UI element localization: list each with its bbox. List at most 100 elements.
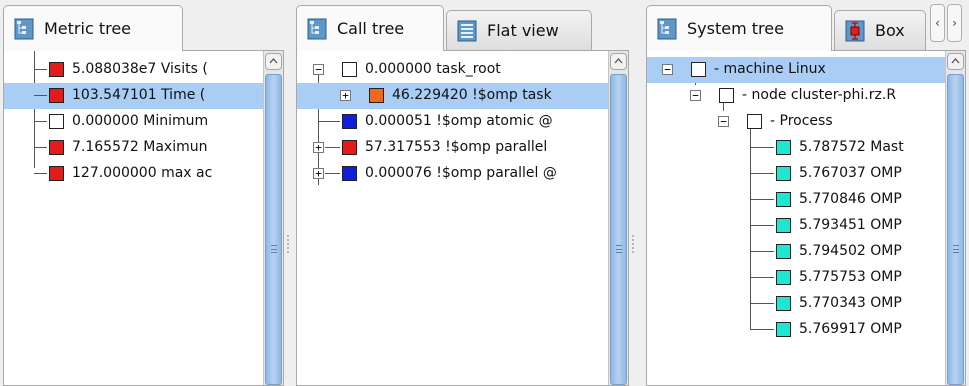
color-swatch: [342, 114, 357, 129]
tree-row-label: 0.000051 !$omp atomic @: [365, 113, 553, 129]
system-tab-bar: System tree Box ‹ ›: [646, 0, 966, 51]
tree-row[interactable]: 5.769917 OMP: [647, 317, 945, 343]
color-swatch: [49, 140, 64, 155]
color-swatch: [776, 166, 791, 181]
color-swatch: [342, 140, 357, 155]
tree-row-label: 5.088038e7 Visits (: [72, 61, 208, 77]
tree-row-label: 0.000000 task_root: [365, 61, 501, 77]
tab-system-tree[interactable]: System tree: [646, 5, 832, 51]
tree-row[interactable]: − - node cluster-phi.rz.R: [647, 83, 945, 109]
tab-box-plot[interactable]: Box: [834, 10, 926, 50]
collapse-toggle[interactable]: −: [313, 64, 324, 75]
color-swatch: [342, 62, 357, 77]
tab-metric-tree[interactable]: Metric tree: [3, 5, 183, 51]
tree-row-label: - Process: [770, 113, 833, 129]
tree-icon: [307, 18, 327, 40]
tree-row-selected[interactable]: 103.547101 Time (: [4, 83, 263, 109]
metric-tree-view[interactable]: 5.088038e7 Visits ( 103.547101 Time ( 0.…: [3, 50, 284, 386]
tree-row[interactable]: 5.775753 OMP: [647, 265, 945, 291]
tree-row-label: 5.770846 OMP: [799, 191, 902, 207]
tree-row-label: - node cluster-phi.rz.R: [742, 87, 897, 103]
tab-label: Flat view: [487, 21, 559, 40]
metric-pane: Metric tree 5.088038e7 Visits ( 103.5471…: [3, 0, 284, 386]
tree-row[interactable]: − - Process: [647, 109, 945, 135]
tree-row[interactable]: 5.767037 OMP: [647, 161, 945, 187]
tree-row[interactable]: 5.770846 OMP: [647, 187, 945, 213]
tree-row-label: - machine Linux: [714, 61, 826, 77]
color-swatch: [49, 166, 64, 181]
metric-tab-bar: Metric tree: [3, 0, 284, 51]
color-swatch: [776, 218, 791, 233]
scrollbar-thumb[interactable]: [265, 74, 282, 385]
tree-row[interactable]: + 57.317553 !$omp parallel: [297, 135, 608, 161]
tree-row[interactable]: 0.000051 !$omp atomic @: [297, 109, 608, 135]
tree-row-label: 5.770343 OMP: [799, 295, 902, 311]
tree-icon: [657, 18, 677, 40]
tree-row[interactable]: 0.000000 Minimum: [4, 109, 263, 135]
call-pane: Call tree Flat view − 0.000000 task_root: [296, 0, 629, 386]
tree-row-label: 7.165572 Maximun: [72, 139, 208, 155]
color-swatch: [776, 140, 791, 155]
call-tab-bar: Call tree Flat view: [296, 0, 629, 51]
tree-row-label: 5.787572 Mast: [799, 139, 904, 155]
color-swatch: [776, 270, 791, 285]
tree-row-label: 57.317553 !$omp parallel: [365, 139, 548, 155]
color-swatch: [49, 114, 64, 129]
expand-toggle[interactable]: +: [340, 90, 351, 101]
expand-toggle[interactable]: +: [313, 168, 324, 179]
tree-row[interactable]: 5.770343 OMP: [647, 291, 945, 317]
pane-splitter[interactable]: [630, 50, 638, 378]
expand-toggle[interactable]: +: [313, 142, 324, 153]
scrollbar-thumb[interactable]: [947, 74, 964, 385]
tree-row-label: 0.000076 !$omp parallel @: [365, 165, 557, 181]
tab-label: Call tree: [337, 19, 405, 38]
vertical-scrollbar[interactable]: [263, 51, 283, 385]
tree-row-selected[interactable]: − - machine Linux: [647, 57, 945, 83]
tree-row[interactable]: − 0.000000 task_root: [297, 57, 608, 83]
tree-row[interactable]: + 0.000076 !$omp parallel @: [297, 161, 608, 187]
system-tree-view[interactable]: − - machine Linux − - node cluster-phi.r…: [646, 50, 966, 386]
vertical-scrollbar[interactable]: [945, 51, 965, 385]
color-swatch: [719, 88, 734, 103]
scrollbar-thumb[interactable]: [610, 74, 627, 385]
tab-label: Box: [875, 21, 905, 40]
color-swatch: [691, 62, 706, 77]
tree-row-label: 103.547101 Time (: [72, 87, 206, 103]
tree-row[interactable]: 5.793451 OMP: [647, 213, 945, 239]
call-tree-view[interactable]: − 0.000000 task_root + 46.229420 !$omp t…: [296, 50, 629, 386]
tree-row-label: 5.793451 OMP: [799, 217, 902, 233]
tree-row-selected[interactable]: + 46.229420 !$omp task: [297, 83, 608, 109]
tree-icon: [14, 18, 34, 40]
tab-scroll-left-button[interactable]: ‹: [930, 4, 945, 42]
scroll-up-button[interactable]: [610, 53, 627, 70]
tree-row-label: 127.000000 max ac: [72, 165, 213, 181]
flat-view-icon: [457, 20, 477, 42]
pane-splitter[interactable]: [285, 50, 293, 378]
tree-row[interactable]: 5.088038e7 Visits (: [4, 57, 263, 83]
scroll-up-button[interactable]: [265, 53, 282, 70]
color-swatch: [49, 62, 64, 77]
tree-row-label: 5.794502 OMP: [799, 243, 902, 259]
tab-call-tree[interactable]: Call tree: [296, 5, 444, 51]
tree-row[interactable]: 5.794502 OMP: [647, 239, 945, 265]
tree-row[interactable]: 5.787572 Mast: [647, 135, 945, 161]
box-plot-icon: [845, 20, 865, 42]
collapse-toggle[interactable]: −: [718, 116, 729, 127]
tab-label: System tree: [687, 19, 784, 38]
tree-row[interactable]: 127.000000 max ac: [4, 161, 263, 187]
tree-row-label: 5.769917 OMP: [799, 321, 902, 337]
color-swatch: [342, 166, 357, 181]
collapse-toggle[interactable]: −: [690, 90, 701, 101]
tab-flat-view[interactable]: Flat view: [446, 10, 592, 50]
tree-row-label: 5.775753 OMP: [799, 269, 902, 285]
scroll-up-button[interactable]: [947, 53, 964, 70]
vertical-scrollbar[interactable]: [608, 51, 628, 385]
tree-row[interactable]: 7.165572 Maximun: [4, 135, 263, 161]
tree-row-label: 0.000000 Minimum: [72, 113, 209, 129]
color-swatch: [776, 322, 791, 337]
collapse-toggle[interactable]: −: [662, 64, 673, 75]
tab-scroll-right-button[interactable]: ›: [947, 4, 962, 42]
color-swatch: [369, 88, 384, 103]
color-swatch: [776, 296, 791, 311]
color-swatch: [49, 88, 64, 103]
